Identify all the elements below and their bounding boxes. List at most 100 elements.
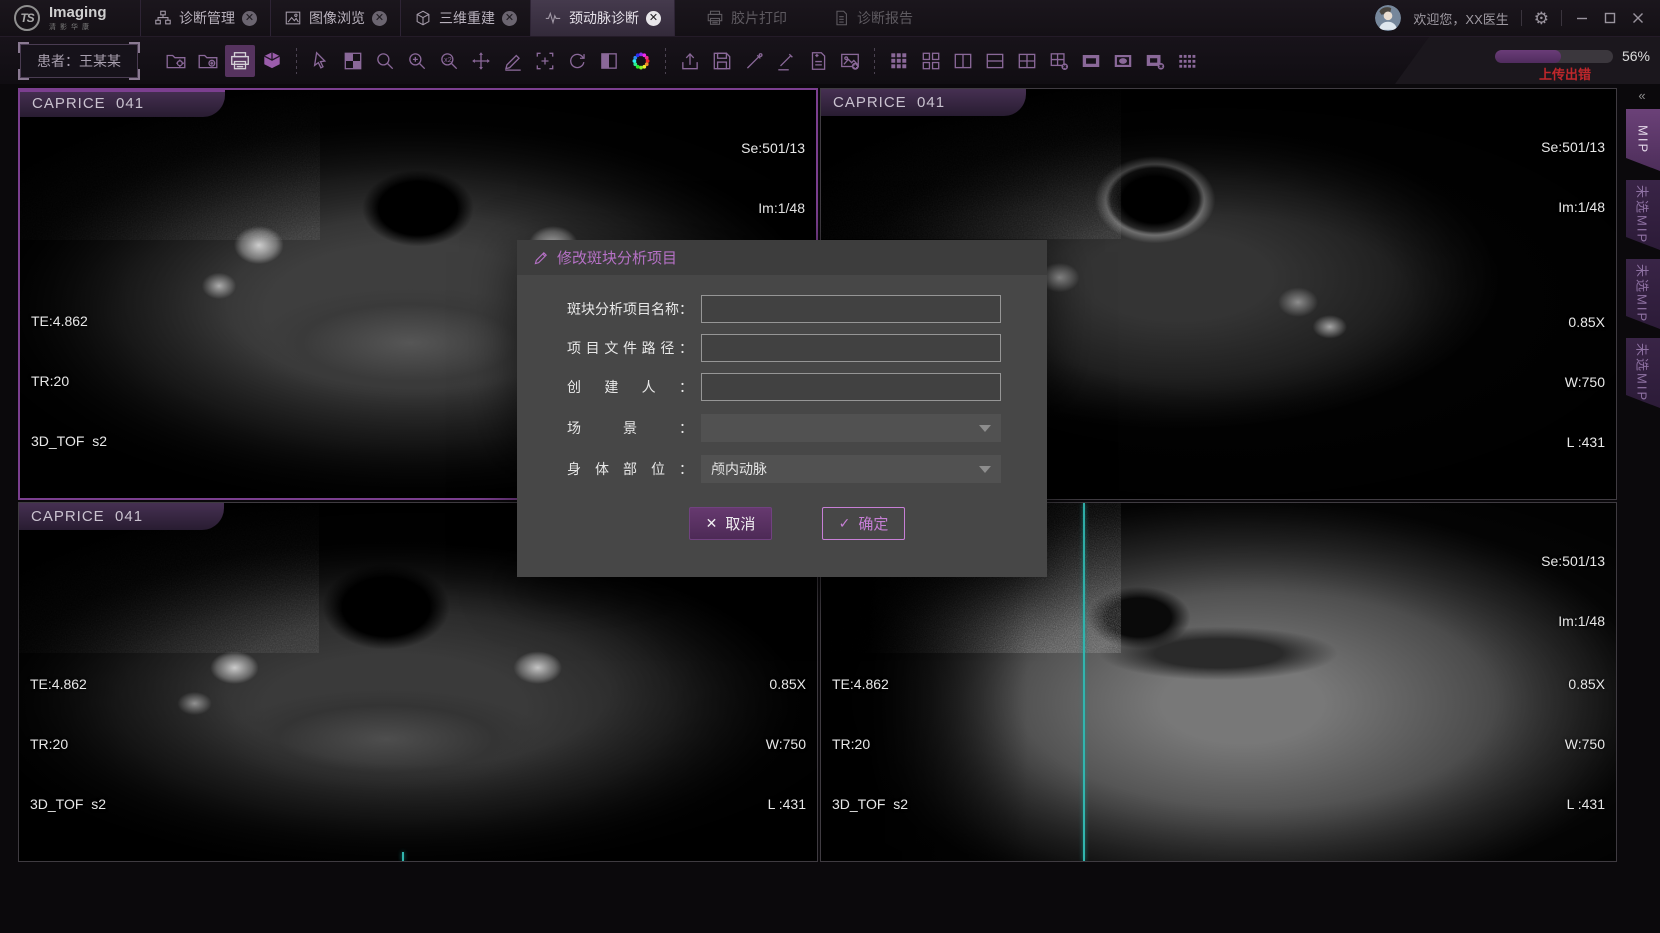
- grid-blocks-icon[interactable]: [916, 45, 946, 77]
- upload-progress-percent: 56%: [1622, 48, 1650, 64]
- close-button[interactable]: [1630, 10, 1646, 26]
- dialog-buttons: ✕ 取消 ✓ 确定: [593, 507, 1001, 540]
- printer-icon: [706, 9, 724, 27]
- divider: [1521, 10, 1522, 26]
- toolbar: 患者：王某某 x2 56% 上传出错: [0, 37, 1660, 84]
- patient-badge: 患者：王某某: [20, 44, 138, 78]
- divider: [1561, 10, 1562, 26]
- body-part-label: 身体部位：: [567, 459, 693, 479]
- toolbar-divider: [665, 48, 666, 74]
- side-tab-mip[interactable]: MIP: [1626, 109, 1660, 171]
- probe-needle-line-icon[interactable]: [771, 45, 801, 77]
- plaque-project-name-label: 斑块分析项目名称：: [567, 299, 693, 319]
- settings-gear-icon[interactable]: ⚙: [1534, 10, 1549, 27]
- film-strip-icon[interactable]: [1172, 45, 1202, 77]
- export-up-icon[interactable]: [675, 45, 705, 77]
- annotation-frame-add-icon[interactable]: [530, 45, 560, 77]
- zoom-in-icon[interactable]: [402, 45, 432, 77]
- user-greeting: 欢迎您，XX医生: [1413, 9, 1508, 28]
- creator-input[interactable]: [701, 373, 1001, 401]
- sitemap-icon: [154, 9, 172, 27]
- rect-filled-icon[interactable]: [1076, 45, 1106, 77]
- tab-3d-reconstruction[interactable]: 三维重建✕: [400, 0, 531, 36]
- folder-settings-icon[interactable]: [161, 45, 191, 77]
- split-horizontal-icon[interactable]: [980, 45, 1010, 77]
- toolbar-icons: x2: [160, 45, 1203, 77]
- scene-label: 场景：: [567, 418, 693, 438]
- rect-remove-icon[interactable]: [1140, 45, 1170, 77]
- printer-icon[interactable]: [225, 45, 255, 77]
- tab-film-print: 胶片打印: [692, 0, 801, 36]
- x-icon: ✕: [706, 515, 718, 532]
- cube-3d-icon[interactable]: [257, 45, 287, 77]
- app-name: Imaging: [49, 5, 107, 20]
- chevron-down-icon: [979, 466, 991, 473]
- scan-params-overlay: TE:4.862 TR:20 3D_TOF s2: [832, 634, 908, 854]
- cursor-icon[interactable]: [306, 45, 336, 77]
- cube-icon: [414, 9, 432, 27]
- contrast-icon[interactable]: [594, 45, 624, 77]
- project-file-path-label: 项目文件路径：: [567, 338, 693, 358]
- tab-close-icon[interactable]: ✕: [372, 11, 387, 26]
- measure-pencil-icon[interactable]: [498, 45, 528, 77]
- grid-3x3-icon[interactable]: [884, 45, 914, 77]
- tab-image-browse[interactable]: 图像浏览✕: [270, 0, 401, 36]
- reference-line: [1083, 503, 1085, 861]
- color-wheel-icon[interactable]: [626, 45, 656, 77]
- series-label: CAPRICE 041: [20, 90, 225, 117]
- project-file-path-input[interactable]: [701, 334, 1001, 362]
- ellipse-filled-icon[interactable]: [1108, 45, 1138, 77]
- mip-side-tabs: « MIP 未选MIP 未选MIP 未选MIP: [1622, 88, 1660, 417]
- collapse-chevrons-icon[interactable]: «: [1622, 88, 1660, 103]
- minimize-button[interactable]: [1574, 10, 1590, 26]
- side-tab-mip-unselected-2[interactable]: 未选MIP: [1626, 259, 1660, 329]
- titlebar: TS Imaging 清影华康 诊断管理✕图像浏览✕三维重建✕颈动脉诊断✕ 胶片打…: [0, 0, 1660, 37]
- save-disk-icon[interactable]: [707, 45, 737, 77]
- reference-line: [402, 852, 404, 861]
- magnifier-icon[interactable]: [370, 45, 400, 77]
- tab-diagnosis-management[interactable]: 诊断管理✕: [140, 0, 271, 36]
- report-add-icon[interactable]: [803, 45, 833, 77]
- user-avatar[interactable]: [1375, 5, 1401, 31]
- pan-move-icon[interactable]: [466, 45, 496, 77]
- waveform-icon: [544, 9, 562, 27]
- body-part-select[interactable]: 颅内动脉: [701, 455, 1001, 483]
- tab-diagnosis-report: 诊断报告: [818, 0, 927, 36]
- side-tab-mip-unselected-3[interactable]: 未选MIP: [1626, 338, 1660, 408]
- maximize-button[interactable]: [1602, 10, 1618, 26]
- toolbar-divider: [874, 48, 875, 74]
- scene-select[interactable]: [701, 414, 1001, 442]
- dialog-title: 修改斑块分析项目: [557, 247, 677, 268]
- split-vertical-icon[interactable]: [948, 45, 978, 77]
- cancel-button[interactable]: ✕ 取消: [689, 507, 772, 540]
- tab-close-icon[interactable]: ✕: [242, 11, 257, 26]
- field-row: 创建人：: [567, 373, 1001, 401]
- image-export-icon[interactable]: [835, 45, 865, 77]
- tab-close-icon[interactable]: ✕: [646, 11, 661, 26]
- field-row: 身体部位： 颅内动脉: [567, 455, 1001, 483]
- layout-checker-icon[interactable]: [338, 45, 368, 77]
- dialog-header: 修改斑块分析项目: [517, 240, 1047, 275]
- zoom-2x-icon[interactable]: x2: [434, 45, 464, 77]
- side-tab-mip-unselected-1[interactable]: 未选MIP: [1626, 180, 1660, 250]
- rotate-refresh-icon[interactable]: [562, 45, 592, 77]
- scan-params-overlay: TE:4.862 TR:20 3D_TOF s2: [30, 634, 106, 854]
- confirm-button[interactable]: ✓ 确定: [822, 507, 905, 540]
- titlebar-right: 欢迎您，XX医生 ⚙: [1375, 0, 1660, 36]
- probe-needle-icon[interactable]: [739, 45, 769, 77]
- folder-add-icon[interactable]: [193, 45, 223, 77]
- series-info-overlay: Se:501/13 Im:1/48: [1541, 97, 1605, 257]
- grid-2x2-icon[interactable]: [1012, 45, 1042, 77]
- plaque-project-name-input[interactable]: [701, 295, 1001, 323]
- app-window: TS Imaging 清影华康 诊断管理✕图像浏览✕三维重建✕颈动脉诊断✕ 胶片打…: [0, 0, 1660, 933]
- field-row: 场景：: [567, 414, 1001, 442]
- app-subtitle: 清影华康: [49, 22, 107, 32]
- svg-text:x2: x2: [444, 55, 452, 63]
- ts-logo-icon: TS: [14, 5, 40, 31]
- tab-carotid-diagnosis[interactable]: 颈动脉诊断✕: [530, 0, 675, 36]
- chevron-down-icon: [979, 425, 991, 432]
- creator-label: 创建人：: [567, 377, 693, 397]
- tab-close-icon[interactable]: ✕: [502, 11, 517, 26]
- grid-remove-icon[interactable]: [1044, 45, 1074, 77]
- upload-panel: 56% 上传出错: [1395, 37, 1660, 84]
